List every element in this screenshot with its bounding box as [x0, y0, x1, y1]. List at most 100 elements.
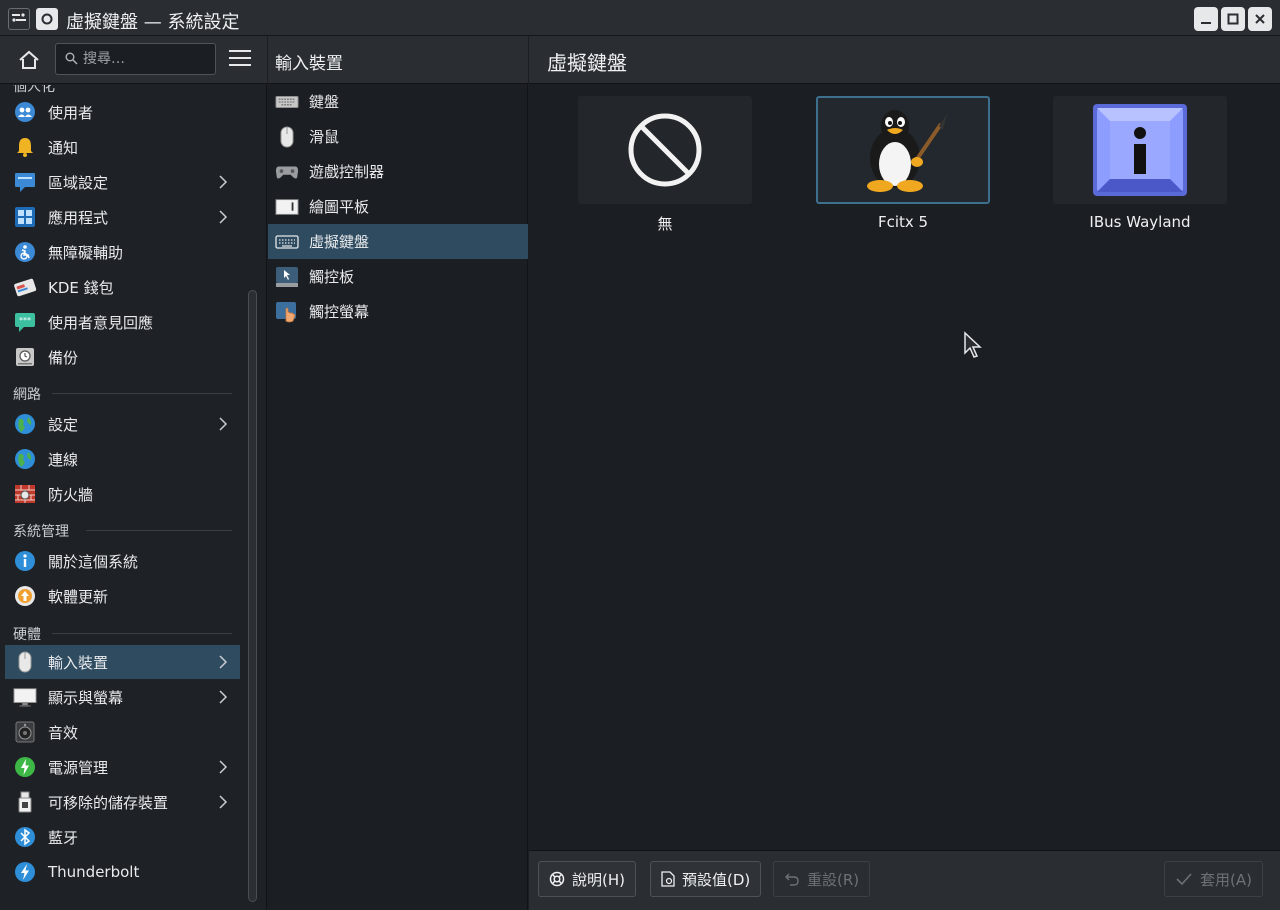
sidebar-list: 個人化 使用者 通知 區域設定 應用程式 無障礙輔助 KDE 錢包 *** 使用… [0, 85, 242, 910]
subpanel-item-drawing-tablet[interactable]: 繪圖平板 [268, 189, 528, 224]
keyboard-icon [275, 91, 299, 113]
mouse-icon [13, 650, 37, 674]
none-icon [628, 113, 702, 187]
chevron-right-icon [219, 655, 228, 669]
category-system: 系統管理 [13, 524, 69, 540]
lifebuoy-icon [549, 871, 565, 887]
subpanel-item-game-controller[interactable]: 遊戲控制器 [268, 154, 528, 189]
maximize-icon [1227, 13, 1239, 25]
sidebar-item-feedback[interactable]: *** 使用者意見回應 [5, 305, 240, 339]
sidebar-item-kde-wallet[interactable]: KDE 錢包 [5, 270, 240, 304]
globe-icon [13, 412, 37, 436]
option-none[interactable] [578, 96, 752, 204]
usb-icon [13, 790, 37, 814]
bluetooth-icon [13, 825, 37, 849]
undo-icon [785, 873, 799, 886]
chevron-right-icon [219, 210, 228, 224]
help-button[interactable]: 說明(H) [538, 861, 636, 897]
display-icon [13, 685, 37, 709]
search-input[interactable] [83, 49, 213, 69]
search-field[interactable] [55, 43, 216, 75]
chevron-right-icon [219, 417, 228, 431]
pin-icon [41, 13, 53, 25]
info-icon [13, 549, 37, 573]
hamburger-menu-button[interactable] [229, 50, 251, 68]
maximize-button[interactable] [1221, 7, 1245, 31]
update-icon [13, 584, 37, 608]
home-icon [19, 50, 39, 69]
power-icon [13, 755, 37, 779]
sidebar-item-about-system[interactable]: 關於這個系統 [5, 544, 240, 578]
sidebar-item-region[interactable]: 區域設定 [5, 165, 240, 199]
sidebar-item-network-settings[interactable]: 設定 [5, 407, 240, 441]
app-menu-icon [12, 13, 26, 22]
category-network: 網路 [13, 387, 41, 403]
subcategory-panel: 輸入裝置 鍵盤 滑鼠 遊戲控制器 繪圖平板 虛擬鍵盤 觸控板 觸控螢幕 [268, 36, 528, 910]
sidebar-item-display[interactable]: 顯示與螢幕 [5, 680, 240, 714]
tux-icon [867, 110, 947, 192]
subpanel-header: 輸入裝置 [268, 36, 528, 84]
sidebar-item-users[interactable]: 使用者 [5, 95, 240, 129]
chevron-right-icon [219, 690, 228, 704]
close-icon [1255, 14, 1265, 24]
speaker-icon [13, 720, 37, 744]
category-hardware: 硬體 [13, 627, 41, 643]
subpanel-item-mouse[interactable]: 滑鼠 [268, 119, 528, 154]
option-fcitx5-label: Fcitx 5 [877, 213, 929, 231]
sidebar-item-bluetooth[interactable]: 藍牙 [5, 820, 240, 854]
sidebar-item-connections[interactable]: 連線 [5, 442, 240, 476]
reset-button[interactable]: 重設(R) [773, 861, 871, 897]
close-button[interactable] [1248, 7, 1272, 31]
minimize-button[interactable] [1194, 7, 1218, 31]
sidebar-item-power-management[interactable]: 電源管理 [5, 750, 240, 784]
defaults-button[interactable]: 預設值(D) [650, 861, 762, 897]
checkmark-icon [1176, 873, 1192, 886]
minimize-icon [1201, 22, 1211, 24]
subpanel-item-keyboard[interactable]: 鍵盤 [268, 84, 528, 119]
option-ibus-wayland[interactable] [1053, 96, 1227, 204]
backup-icon [13, 345, 37, 369]
hamburger-icon [229, 50, 251, 52]
subpanel-item-virtual-keyboard[interactable]: 虛擬鍵盤 [268, 224, 528, 259]
ibus-info-icon [1093, 104, 1187, 196]
option-ibus-wayland-label: IBus Wayland [1089, 213, 1191, 231]
sidebar-item-input-devices[interactable]: 輸入裝置 [5, 645, 240, 679]
sidebar-scrollbar[interactable] [248, 290, 257, 902]
sidebar-item-audio[interactable]: 音效 [5, 715, 240, 749]
sidebar-item-applications[interactable]: 應用程式 [5, 200, 240, 234]
firewall-icon [13, 482, 37, 506]
apply-button[interactable]: 套用(A) [1164, 861, 1263, 897]
feedback-icon: *** [13, 310, 37, 334]
touchpad-icon [275, 266, 299, 288]
gamepad-icon [275, 161, 299, 183]
main-header: 虛擬鍵盤 [529, 36, 1280, 84]
subpanel-item-touchpad[interactable]: 觸控板 [268, 259, 528, 294]
page-title: 虛擬鍵盤 [547, 51, 627, 75]
title-bar: 虛擬鍵盤 — 系統設定 [0, 0, 1280, 36]
option-none-label: 無 [657, 215, 673, 233]
home-button[interactable] [12, 46, 46, 74]
mouse-cursor-icon [964, 331, 982, 358]
sidebar-item-firewall[interactable]: 防火牆 [5, 477, 240, 511]
sidebar-item-notifications[interactable]: 通知 [5, 130, 240, 164]
sidebar-item-backup[interactable]: 備份 [5, 340, 240, 374]
option-fcitx5[interactable] [816, 96, 990, 204]
sidebar-item-software-update[interactable]: 軟體更新 [5, 579, 240, 613]
wallet-icon [13, 275, 37, 299]
sidebar-item-accessibility[interactable]: 無障礙輔助 [5, 235, 240, 269]
subpanel-title: 輸入裝置 [275, 54, 343, 74]
chevron-right-icon [219, 795, 228, 809]
accessibility-icon [13, 240, 37, 264]
sidebar-header [0, 36, 267, 84]
virtual-keyboard-icon [275, 231, 299, 253]
bell-icon [13, 135, 37, 159]
sidebar-item-removable-storage[interactable]: 可移除的儲存裝置 [5, 785, 240, 819]
window-menu-button[interactable] [8, 8, 30, 30]
footer-bar: 說明(H) 預設值(D) 重設(R) 套用(A) [529, 850, 1280, 910]
globe-icon [13, 447, 37, 471]
sidebar-item-thunderbolt[interactable]: Thunderbolt [5, 855, 240, 889]
svg-text:***: *** [19, 316, 31, 325]
pin-button[interactable] [36, 8, 58, 30]
subpanel-item-touchscreen[interactable]: 觸控螢幕 [268, 294, 528, 329]
window-title: 虛擬鍵盤 — 系統設定 [66, 12, 240, 33]
